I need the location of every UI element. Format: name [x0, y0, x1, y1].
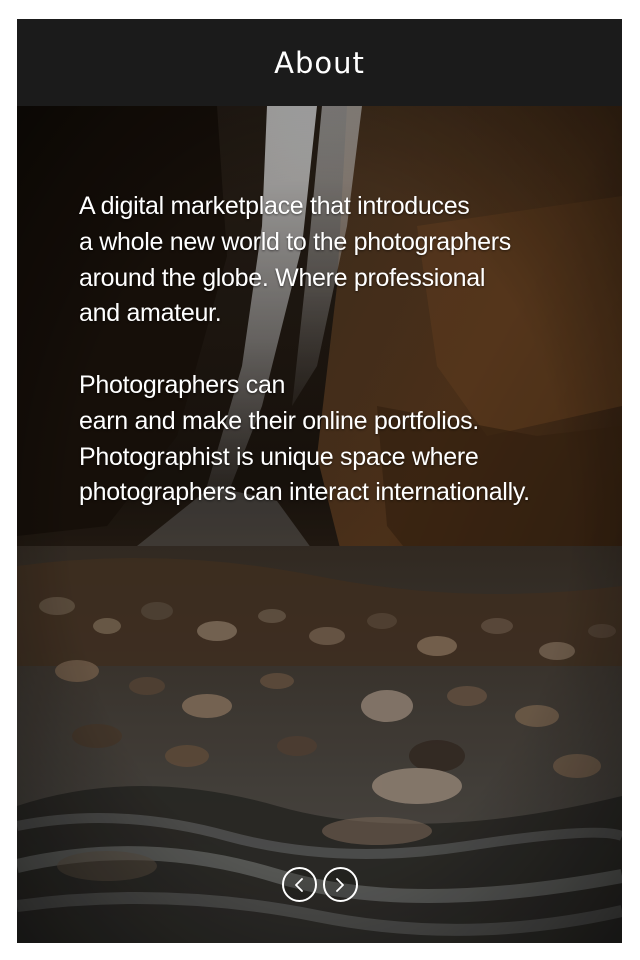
chevron-left-icon [295, 877, 303, 892]
about-paragraph-2: Photographers can earn and make their on… [79, 368, 599, 511]
text-line: Photographist is unique space where [79, 442, 479, 471]
next-button[interactable] [322, 867, 358, 902]
text-line: a whole new world to the photographers [79, 227, 511, 256]
header-bar: About [17, 19, 622, 106]
about-text: A digital marketplace that introduces a … [79, 189, 599, 547]
text-line: around the globe. Where professional [79, 263, 486, 292]
text-line: A digital marketplace that introduces [79, 192, 470, 220]
text-line: Photographers can [79, 370, 286, 399]
chevron-right-icon [336, 877, 344, 892]
text-line: earn and make their online portfolios. [79, 406, 479, 435]
about-paragraph-1: A digital marketplace that introduces a … [79, 189, 599, 332]
text-line: photographers can interact international… [79, 478, 530, 507]
pager [17, 867, 622, 907]
about-screen: About A digital marketplace that introdu… [17, 19, 622, 943]
page-title: About [274, 45, 365, 80]
text-line: and amateur. [79, 299, 222, 328]
previous-button[interactable] [281, 867, 317, 902]
